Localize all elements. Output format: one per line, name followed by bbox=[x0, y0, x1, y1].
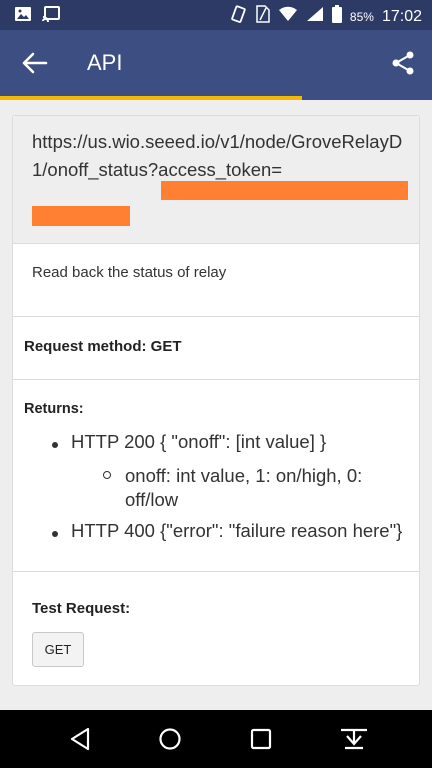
sim-icon bbox=[256, 5, 270, 28]
redacted-token-part-2 bbox=[32, 206, 130, 226]
clock-time: 17:02 bbox=[381, 7, 422, 25]
wifi-icon bbox=[278, 6, 298, 27]
battery-percent: 85% bbox=[349, 9, 374, 24]
divider bbox=[13, 571, 419, 572]
test-request-label: Test Request: bbox=[32, 600, 131, 617]
app-bar: API bbox=[0, 30, 432, 96]
page-title: API bbox=[87, 50, 123, 75]
return-subitem-onoff: onoff: int value, 1: on/high, 0: off/low bbox=[125, 465, 363, 510]
status-bar: 85% 17:02 bbox=[0, 0, 432, 30]
bullet-dot bbox=[52, 442, 58, 448]
loading-progress-bar bbox=[0, 96, 432, 100]
api-description: Read back the status of relay bbox=[32, 264, 227, 281]
image-icon bbox=[14, 6, 32, 27]
return-item-200: HTTP 200 { "onoff": [int value] } bbox=[71, 431, 327, 452]
battery-icon bbox=[331, 5, 342, 28]
get-request-button[interactable]: GET bbox=[32, 632, 84, 667]
divider bbox=[13, 316, 419, 317]
arrow-back-icon[interactable] bbox=[20, 48, 50, 78]
bullet-dot bbox=[52, 531, 58, 537]
sub-bullet-circle bbox=[103, 471, 111, 479]
share-icon[interactable] bbox=[390, 50, 416, 76]
vibrate-icon bbox=[228, 5, 248, 28]
cast-icon bbox=[42, 6, 60, 27]
signal-icon bbox=[306, 6, 324, 27]
api-card: https://us.wio.seeed.io/v1/node/GroveRel… bbox=[12, 115, 420, 686]
url-box: https://us.wio.seeed.io/v1/node/GroveRel… bbox=[13, 116, 419, 244]
back-triangle-icon[interactable] bbox=[67, 726, 93, 752]
navigation-bar bbox=[0, 710, 432, 768]
return-item-400: HTTP 400 {"error": "failure reason here"… bbox=[71, 520, 403, 541]
divider bbox=[13, 379, 419, 380]
home-circle-icon[interactable] bbox=[157, 726, 183, 752]
recents-square-icon[interactable] bbox=[248, 726, 274, 752]
redacted-token-part-1 bbox=[161, 181, 408, 200]
download-icon[interactable] bbox=[339, 726, 369, 752]
request-method: Request method: GET bbox=[24, 338, 182, 355]
returns-heading: Returns: bbox=[24, 401, 84, 417]
progress-fill bbox=[0, 96, 303, 100]
api-url: https://us.wio.seeed.io/v1/node/GroveRel… bbox=[32, 131, 403, 180]
